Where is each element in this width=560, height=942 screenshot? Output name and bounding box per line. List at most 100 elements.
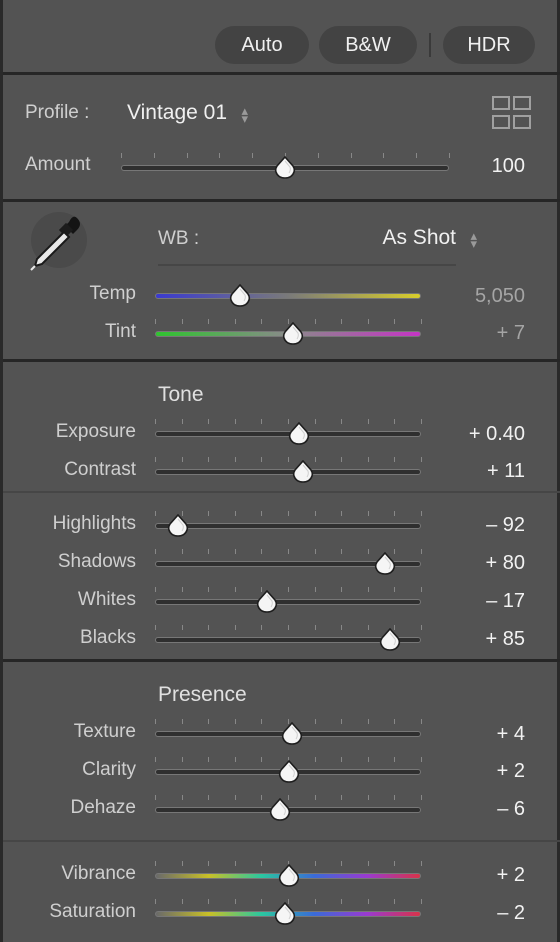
blacks-value[interactable]: + 85 — [486, 628, 525, 651]
slider-thumb[interactable] — [256, 590, 278, 614]
slider-tick — [314, 719, 316, 724]
bw-button[interactable]: B&W — [319, 26, 417, 64]
highlights-slider[interactable] — [155, 511, 422, 541]
shadows-slider[interactable] — [155, 549, 422, 579]
vibrance-slider[interactable] — [155, 861, 422, 891]
dehaze-slider[interactable] — [155, 795, 422, 825]
highlights-value[interactable]: – 92 — [486, 514, 525, 537]
slider-tick — [208, 625, 210, 630]
slider-tick — [208, 719, 210, 724]
slider-tick — [367, 319, 369, 324]
tint-value[interactable]: + 7 — [497, 322, 525, 345]
wb-underline — [158, 264, 456, 266]
slider-tick — [314, 457, 316, 462]
slider-thumb[interactable] — [379, 628, 401, 652]
auto-button[interactable]: Auto — [215, 26, 309, 64]
eyedropper-icon[interactable] — [25, 210, 89, 274]
slider-thumb[interactable] — [229, 284, 251, 308]
slider-tick — [181, 861, 183, 866]
slider-track[interactable] — [155, 293, 421, 299]
slider-tick — [314, 757, 316, 762]
whites-value[interactable]: – 17 — [486, 590, 525, 613]
exposure-slider[interactable] — [155, 419, 422, 449]
slider-tick — [153, 153, 155, 158]
grid-icon[interactable] — [492, 96, 532, 130]
slider-tick — [234, 795, 236, 800]
slider-tick — [208, 899, 210, 904]
slider-ticks — [155, 511, 422, 521]
slider-thumb[interactable] — [167, 514, 189, 538]
amount-label: Amount — [25, 154, 91, 175]
texture-value[interactable]: + 4 — [497, 723, 525, 746]
slider-thumb[interactable] — [292, 460, 314, 484]
profile-dropdown[interactable]: Vintage 01 ▴ ▾ — [127, 101, 248, 125]
shadows-label: Shadows — [57, 551, 136, 572]
slider-track[interactable] — [155, 599, 421, 605]
amount-slider[interactable] — [121, 153, 450, 183]
hdr-button[interactable]: HDR — [443, 26, 535, 64]
whites-slider[interactable] — [155, 587, 422, 617]
slider-thumb[interactable] — [282, 322, 304, 346]
slider-thumb[interactable] — [278, 760, 300, 784]
slider-tick — [181, 899, 183, 904]
wb-dropdown[interactable]: As Shot ▴ ▾ — [382, 226, 477, 250]
slider-tick — [367, 511, 369, 516]
slider-ticks — [155, 281, 421, 291]
slider-tick — [367, 719, 369, 724]
temp-slider[interactable] — [155, 281, 421, 311]
slider-tick — [341, 719, 343, 724]
slider-tick — [421, 457, 422, 462]
slider-tick — [261, 511, 263, 516]
slider-track[interactable] — [155, 469, 421, 475]
slider-tick — [121, 153, 122, 158]
slider-thumb[interactable] — [288, 422, 310, 446]
slider-thumb[interactable] — [281, 722, 303, 746]
slider-tick — [394, 457, 396, 462]
section-divider — [3, 359, 560, 362]
tint-label: Tint — [105, 321, 136, 342]
blacks-slider[interactable] — [155, 625, 422, 655]
slider-thumb[interactable] — [274, 156, 296, 180]
temp-value[interactable]: 5,050 — [475, 285, 525, 308]
slider-tick — [367, 899, 369, 904]
slider-tick — [181, 795, 183, 800]
tint-slider[interactable] — [155, 319, 422, 349]
clarity-value[interactable]: + 2 — [497, 760, 525, 783]
vibrance-label: Vibrance — [61, 863, 136, 884]
slider-thumb[interactable] — [278, 864, 300, 888]
slider-track[interactable] — [155, 523, 421, 529]
exposure-label: Exposure — [55, 421, 136, 442]
contrast-slider[interactable] — [155, 457, 422, 487]
slider-tick — [234, 899, 236, 904]
slider-tick — [341, 457, 343, 462]
slider-tick — [155, 899, 156, 904]
slider-thumb[interactable] — [274, 902, 296, 926]
saturation-value[interactable]: – 2 — [497, 902, 525, 925]
dehaze-value[interactable]: – 6 — [497, 798, 525, 821]
saturation-slider[interactable] — [155, 899, 422, 929]
slider-tick — [234, 861, 236, 866]
slider-thumb[interactable] — [269, 798, 291, 822]
shadows-value[interactable]: + 80 — [486, 552, 525, 575]
presence-title: Presence — [158, 683, 247, 706]
slider-tick — [288, 625, 289, 630]
slider-tick — [234, 719, 236, 724]
amount-value[interactable]: 100 — [492, 155, 525, 178]
contrast-value[interactable]: + 11 — [487, 460, 525, 483]
slider-tick — [208, 419, 210, 424]
clarity-slider[interactable] — [155, 757, 422, 787]
slider-tick — [314, 625, 316, 630]
slider-thumb[interactable] — [374, 552, 396, 576]
slider-tick — [261, 419, 263, 424]
slider-tick — [394, 861, 396, 866]
slider-tick — [314, 861, 316, 866]
exposure-value[interactable]: + 0.40 — [469, 423, 525, 446]
slider-tick — [394, 719, 396, 724]
slider-tick — [341, 419, 343, 424]
vibrance-value[interactable]: + 2 — [497, 864, 525, 887]
slider-tick — [341, 625, 343, 630]
texture-slider[interactable] — [155, 719, 422, 749]
slider-tick — [314, 899, 316, 904]
slider-tick — [155, 457, 156, 462]
slider-tick — [421, 757, 422, 762]
